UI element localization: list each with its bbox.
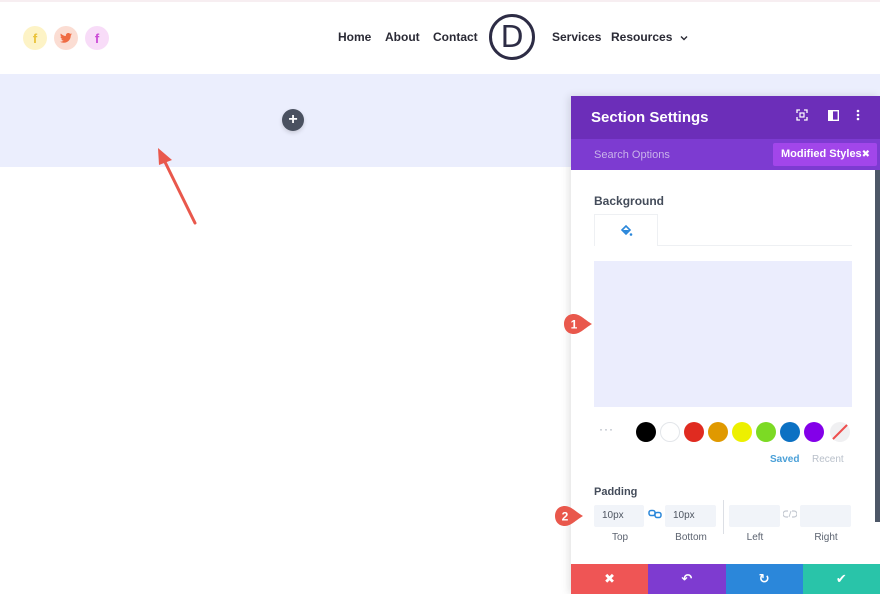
annotation-arrow-icon bbox=[158, 148, 197, 225]
modified-styles-label: Modified Styles bbox=[781, 148, 862, 160]
palette-tab-recent[interactable]: Recent bbox=[812, 454, 844, 465]
annotation-badge-1: 1 bbox=[564, 314, 592, 334]
panel-footer: ✖ ↶ ↻ ✔ bbox=[571, 564, 880, 594]
padding-caption-right: Right bbox=[814, 532, 838, 543]
padding-caption-top: Top bbox=[611, 532, 629, 543]
undo-icon: ↶ bbox=[681, 571, 693, 586]
split-view-icon[interactable] bbox=[825, 109, 841, 125]
panel-subheader: Search Options Modified Styles ✖ bbox=[571, 139, 880, 170]
nav-about[interactable]: About bbox=[385, 30, 420, 44]
annotation-badge-2: 2 bbox=[555, 506, 583, 526]
background-color-tab[interactable] bbox=[594, 214, 658, 246]
twitter-icon[interactable] bbox=[54, 26, 78, 50]
logo-letter: D bbox=[500, 19, 524, 55]
link-top-bottom-icon[interactable] bbox=[648, 509, 662, 522]
section-settings-panel: Section Settings Search Options Modified… bbox=[571, 96, 880, 594]
panel-scrollbar[interactable] bbox=[875, 170, 880, 522]
swatch-black[interactable] bbox=[636, 422, 656, 442]
more-options-icon[interactable] bbox=[850, 109, 866, 125]
paint-bucket-icon bbox=[620, 224, 632, 236]
swatch-orange[interactable] bbox=[708, 422, 728, 442]
plus-icon: + bbox=[288, 111, 298, 128]
background-label: Background bbox=[594, 194, 665, 208]
no-color-swatch-icon[interactable] bbox=[830, 422, 850, 442]
swatch-red[interactable] bbox=[684, 422, 704, 442]
site-header: f f Home About Contact D Services Resour… bbox=[0, 2, 880, 74]
swatch-green[interactable] bbox=[756, 422, 776, 442]
padding-bottom-input[interactable]: 10px bbox=[665, 505, 716, 527]
redo-icon: ↻ bbox=[758, 571, 770, 586]
redo-button[interactable]: ↻ bbox=[725, 564, 803, 594]
padding-right-input[interactable] bbox=[800, 505, 851, 527]
search-options-input[interactable]: Search Options bbox=[594, 149, 670, 161]
swatch-white[interactable] bbox=[660, 422, 680, 442]
padding-caption-bottom: Bottom bbox=[675, 532, 707, 543]
fullscreen-icon[interactable] bbox=[794, 109, 810, 125]
undo-button[interactable]: ↶ bbox=[648, 564, 726, 594]
checkmark-icon: ✔ bbox=[835, 571, 847, 586]
modified-styles-filter[interactable]: Modified Styles ✖ bbox=[773, 143, 877, 166]
background-color-preview[interactable] bbox=[594, 261, 852, 407]
panel-header[interactable]: Section Settings bbox=[571, 96, 880, 139]
padding-top-input[interactable]: 10px bbox=[594, 505, 644, 527]
panel-title: Section Settings bbox=[591, 109, 709, 126]
facebook-icon[interactable]: f bbox=[23, 26, 47, 50]
nav-resources-label: Resources bbox=[611, 30, 673, 44]
nav-services[interactable]: Services bbox=[552, 30, 601, 44]
twitter-bird-icon bbox=[60, 33, 72, 43]
nav-home[interactable]: Home bbox=[338, 30, 371, 44]
swatch-blue[interactable] bbox=[780, 422, 800, 442]
more-colors-icon[interactable]: ··· bbox=[599, 422, 614, 436]
nav-contact[interactable]: Contact bbox=[433, 30, 478, 44]
close-icon: ✖ bbox=[604, 571, 616, 586]
swatch-yellow[interactable] bbox=[732, 422, 752, 442]
padding-label: Padding bbox=[594, 486, 638, 498]
close-icon[interactable]: ✖ bbox=[862, 143, 870, 166]
swatch-purple[interactable] bbox=[804, 422, 824, 442]
cancel-button[interactable]: ✖ bbox=[571, 564, 649, 594]
padding-caption-left: Left bbox=[746, 532, 764, 543]
padding-left-input[interactable] bbox=[729, 505, 780, 527]
chevron-down-icon bbox=[680, 33, 688, 43]
save-button[interactable]: ✔ bbox=[802, 564, 880, 594]
badge-1-number: 1 bbox=[571, 318, 578, 332]
palette-tab-saved[interactable]: Saved bbox=[770, 454, 799, 465]
site-logo[interactable]: D bbox=[489, 14, 535, 60]
facebook-icon[interactable]: f bbox=[85, 26, 109, 50]
unlink-left-right-icon[interactable] bbox=[782, 509, 798, 522]
nav-resources[interactable]: Resources bbox=[611, 30, 688, 44]
page: f f Home About Contact D Services Resour… bbox=[0, 0, 880, 594]
padding-divider bbox=[723, 500, 724, 534]
badge-2-number: 2 bbox=[562, 510, 569, 524]
add-row-button[interactable]: + bbox=[282, 109, 304, 131]
